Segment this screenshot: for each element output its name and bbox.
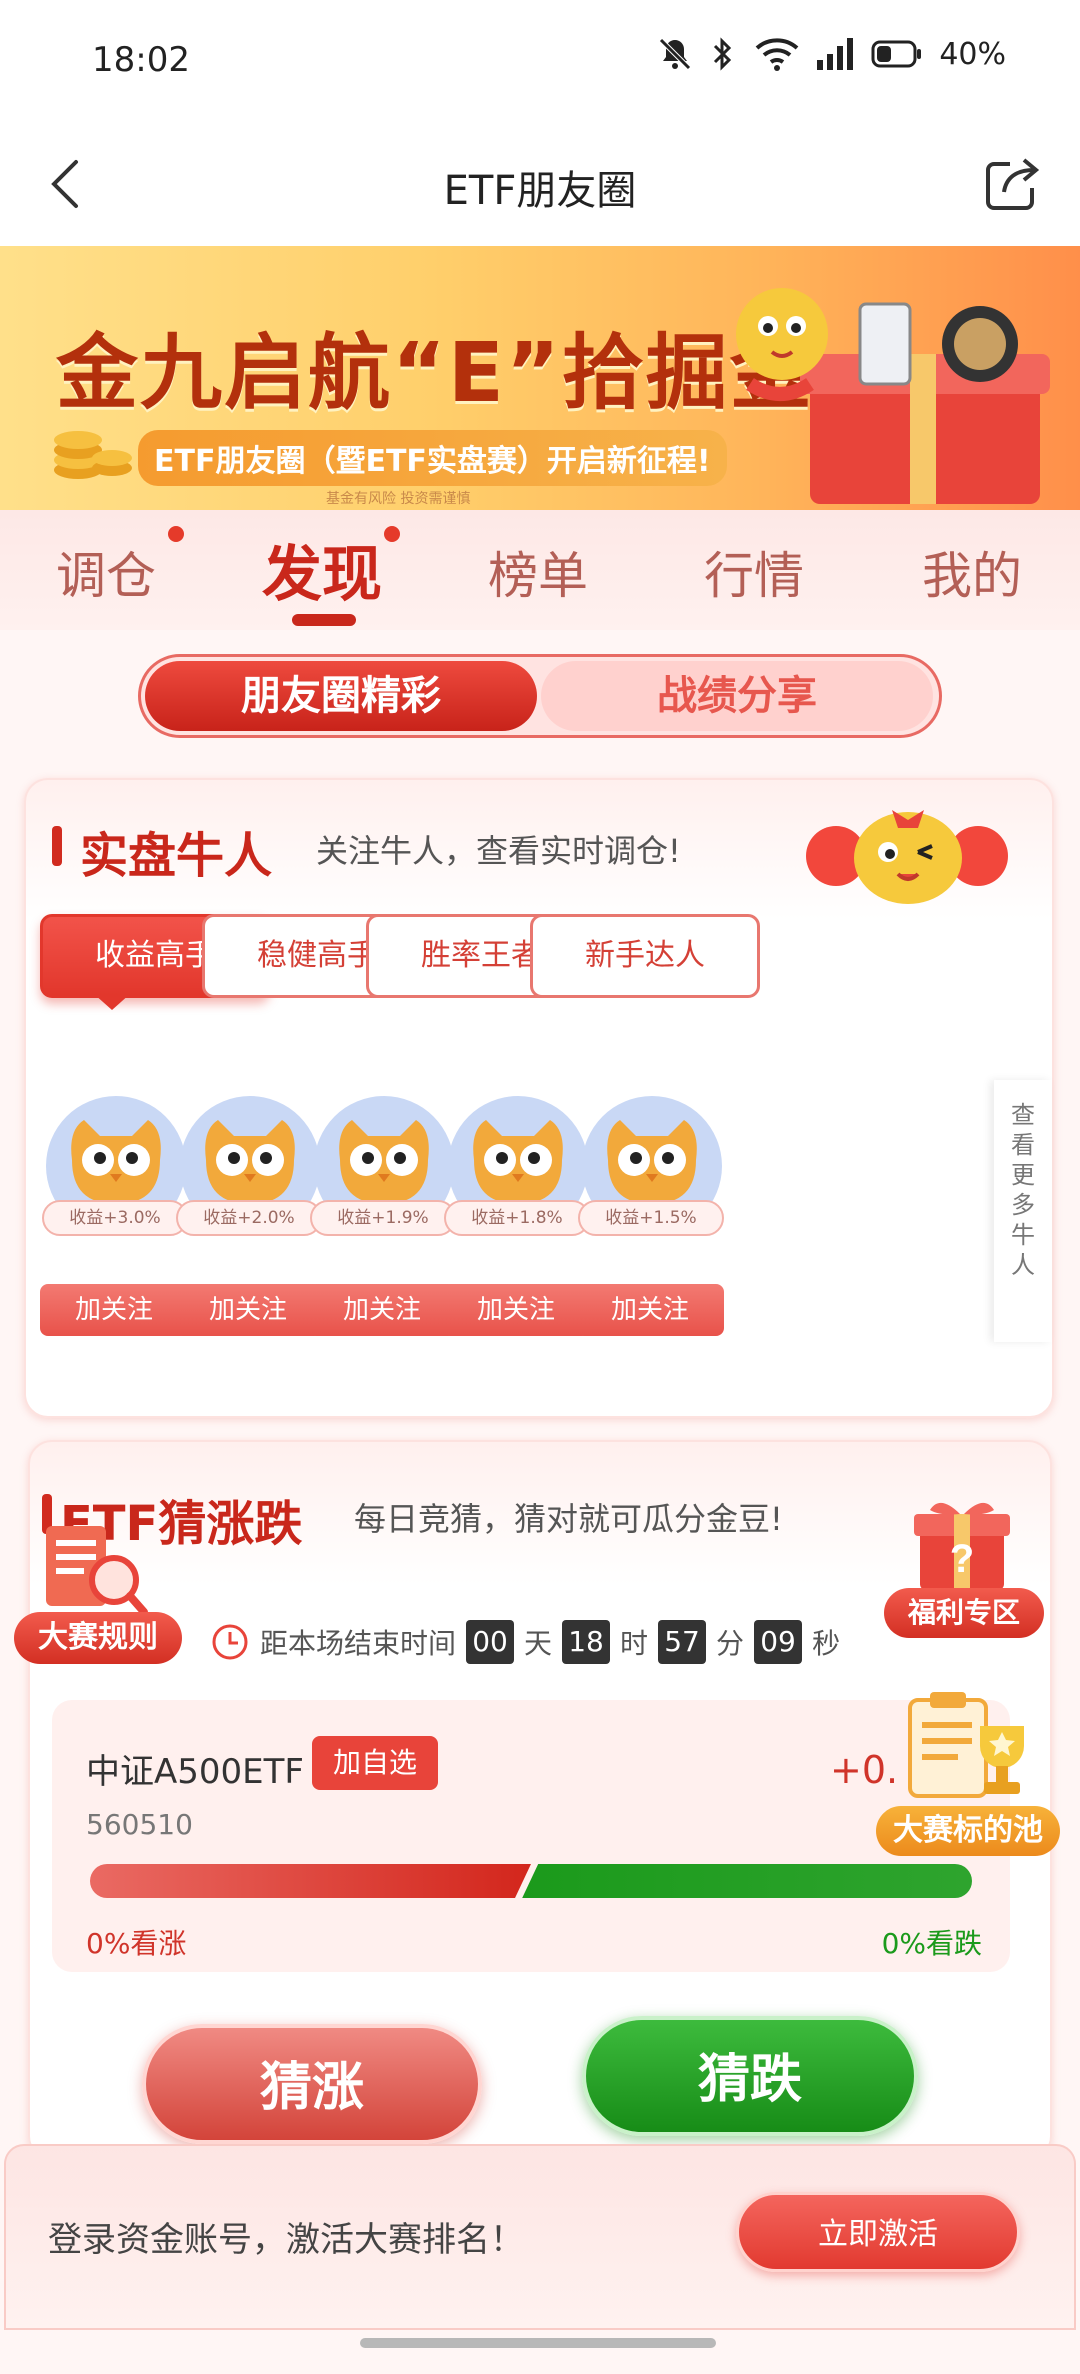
vote-ratio-bar bbox=[90, 1864, 972, 1898]
unread-dot bbox=[168, 526, 184, 542]
vote-down-segment bbox=[522, 1864, 972, 1898]
gift-box-mascot-icon bbox=[736, 288, 1050, 504]
risk-notice: 基金有风险 投资需谨慎 bbox=[326, 491, 471, 507]
signal-icon bbox=[817, 38, 854, 70]
segment-friends-highlights[interactable]: 朋友圈精彩 bbox=[145, 661, 537, 731]
expert-item[interactable]: 收益+3.0% 加关注 bbox=[40, 1096, 190, 1336]
tab-adjust[interactable]: 调仓 bbox=[56, 536, 156, 608]
section-marker bbox=[52, 826, 62, 866]
status-icons: 40% bbox=[657, 36, 1006, 72]
navbar: ETF朋友圈 bbox=[0, 122, 1080, 246]
unit-second: 秒 bbox=[812, 1627, 841, 1660]
expert-item[interactable]: 收益+2.0% 加关注 bbox=[174, 1096, 324, 1336]
share-icon[interactable] bbox=[980, 152, 1044, 216]
trophy-clipboard-icon bbox=[908, 1692, 1024, 1798]
status-time: 18:02 bbox=[92, 40, 190, 80]
segment-control: 朋友圈精彩 战绩分享 bbox=[138, 654, 942, 738]
segment-share-results[interactable]: 战绩分享 bbox=[541, 661, 933, 731]
page-title: ETF朋友圈 bbox=[443, 168, 637, 214]
countdown-hours: 18 bbox=[562, 1620, 611, 1664]
document-magnifier-icon bbox=[46, 1526, 148, 1616]
expert-item[interactable]: 收益+1.5% 加关注 bbox=[576, 1096, 726, 1336]
experts-card: 实盘牛人 关注牛人，查看实时调仓! 收益高手 稳健高手 胜率王者 新手达人 收益… bbox=[24, 778, 1054, 1418]
tab-discover[interactable]: 发现 bbox=[262, 526, 382, 613]
experts-desc: 关注牛人，查看实时调仓! bbox=[316, 832, 681, 870]
filter-pointer bbox=[94, 994, 130, 1010]
tab-ranking[interactable]: 榜单 bbox=[488, 536, 588, 608]
follow-button[interactable]: 加关注 bbox=[308, 1284, 456, 1336]
add-watchlist-button[interactable]: 加自选 bbox=[312, 1736, 438, 1790]
activate-button[interactable]: 立即激活 bbox=[736, 2192, 1020, 2272]
banner-subtitle: ETF朋友圈（暨ETF实盘赛）开启新征程! bbox=[138, 430, 727, 486]
countdown-days: 00 bbox=[466, 1620, 515, 1664]
home-indicator[interactable] bbox=[360, 2338, 716, 2348]
follow-button[interactable]: 加关注 bbox=[442, 1284, 590, 1336]
countdown-minutes: 57 bbox=[658, 1620, 707, 1664]
unit-hour: 时 bbox=[620, 1627, 649, 1660]
view-more-experts[interactable]: 查看更多牛人 bbox=[994, 1080, 1052, 1342]
active-tab-indicator bbox=[292, 614, 356, 626]
vote-down-percent: 0%看跌 bbox=[881, 1927, 982, 1960]
target-pool-button[interactable]: 大赛标的池 bbox=[876, 1806, 1060, 1856]
battery-icon bbox=[871, 40, 922, 68]
etf-code: 560510 bbox=[86, 1808, 193, 1841]
follow-button[interactable]: 加关注 bbox=[40, 1284, 188, 1336]
unread-dot bbox=[384, 526, 400, 542]
guess-desc: 每日竞猜，猜对就可瓜分金豆! bbox=[354, 1500, 783, 1538]
filter-newcomer[interactable]: 新手达人 bbox=[530, 914, 760, 998]
follow-button[interactable]: 加关注 bbox=[174, 1284, 322, 1336]
countdown-seconds: 09 bbox=[754, 1620, 803, 1664]
activation-text: 登录资金账号，激活大赛排名！ bbox=[48, 2220, 524, 2260]
unit-day: 天 bbox=[524, 1627, 553, 1660]
return-tag: 收益+3.0% bbox=[42, 1200, 188, 1236]
welfare-zone-button[interactable]: 福利专区 bbox=[884, 1588, 1044, 1638]
guess-down-button[interactable]: 猜跌 bbox=[582, 2016, 918, 2136]
etf-name: 中证A500ETF bbox=[86, 1752, 304, 1792]
etf-guess-item: 中证A500ETF 加自选 560510 +0. 0%看涨 0%看跌 bbox=[52, 1700, 1010, 1972]
bluetooth-icon bbox=[714, 37, 732, 71]
banner-title: 金九启航“E”拾掘金 bbox=[56, 326, 814, 421]
follow-button[interactable]: 加关注 bbox=[576, 1284, 724, 1336]
return-tag: 收益+1.5% bbox=[578, 1200, 724, 1236]
return-tag: 收益+1.8% bbox=[444, 1200, 590, 1236]
etf-change: +0. bbox=[830, 1748, 899, 1792]
return-tag: 收益+1.9% bbox=[310, 1200, 456, 1236]
return-tag: 收益+2.0% bbox=[176, 1200, 322, 1236]
svg-text:?: ? bbox=[950, 1537, 974, 1581]
rules-button[interactable]: 大赛规则 bbox=[14, 1612, 182, 1664]
promo-banner[interactable]: 金九启航“E”拾掘金 ETF朋友圈（暨ETF实盘赛）开启新征程! 基金有风险 投… bbox=[0, 246, 1080, 510]
wifi-icon bbox=[755, 38, 799, 71]
status-bar: 18:02 40% bbox=[0, 0, 1080, 122]
activation-bar: 登录资金账号，激活大赛排名！ 立即激活 bbox=[4, 2144, 1076, 2330]
guess-up-button[interactable]: 猜涨 bbox=[142, 2024, 482, 2144]
mute-icon bbox=[659, 38, 692, 70]
tab-market[interactable]: 行情 bbox=[704, 536, 804, 608]
countdown-label: 距本场结束时间 bbox=[260, 1627, 457, 1660]
countdown: 距本场结束时间 00 天 18 时 57 分 09 秒 bbox=[210, 1618, 840, 1666]
clock-icon bbox=[212, 1624, 248, 1660]
expert-item[interactable]: 收益+1.9% 加关注 bbox=[308, 1096, 458, 1336]
main-tabs: 调仓 发现 榜单 行情 我的 bbox=[0, 510, 1080, 630]
vote-up-percent: 0%看涨 bbox=[86, 1927, 187, 1960]
coins-icon bbox=[54, 431, 132, 479]
battery-level: 40% bbox=[939, 36, 1006, 72]
experts-title: 实盘牛人 bbox=[80, 828, 273, 884]
cheering-mascot-icon bbox=[806, 810, 1008, 904]
expert-item[interactable]: 收益+1.8% 加关注 bbox=[442, 1096, 592, 1336]
tab-mine[interactable]: 我的 bbox=[922, 536, 1022, 608]
vote-up-segment bbox=[90, 1864, 531, 1898]
gift-icon: ? bbox=[914, 1502, 1010, 1590]
unit-minute: 分 bbox=[716, 1627, 745, 1660]
